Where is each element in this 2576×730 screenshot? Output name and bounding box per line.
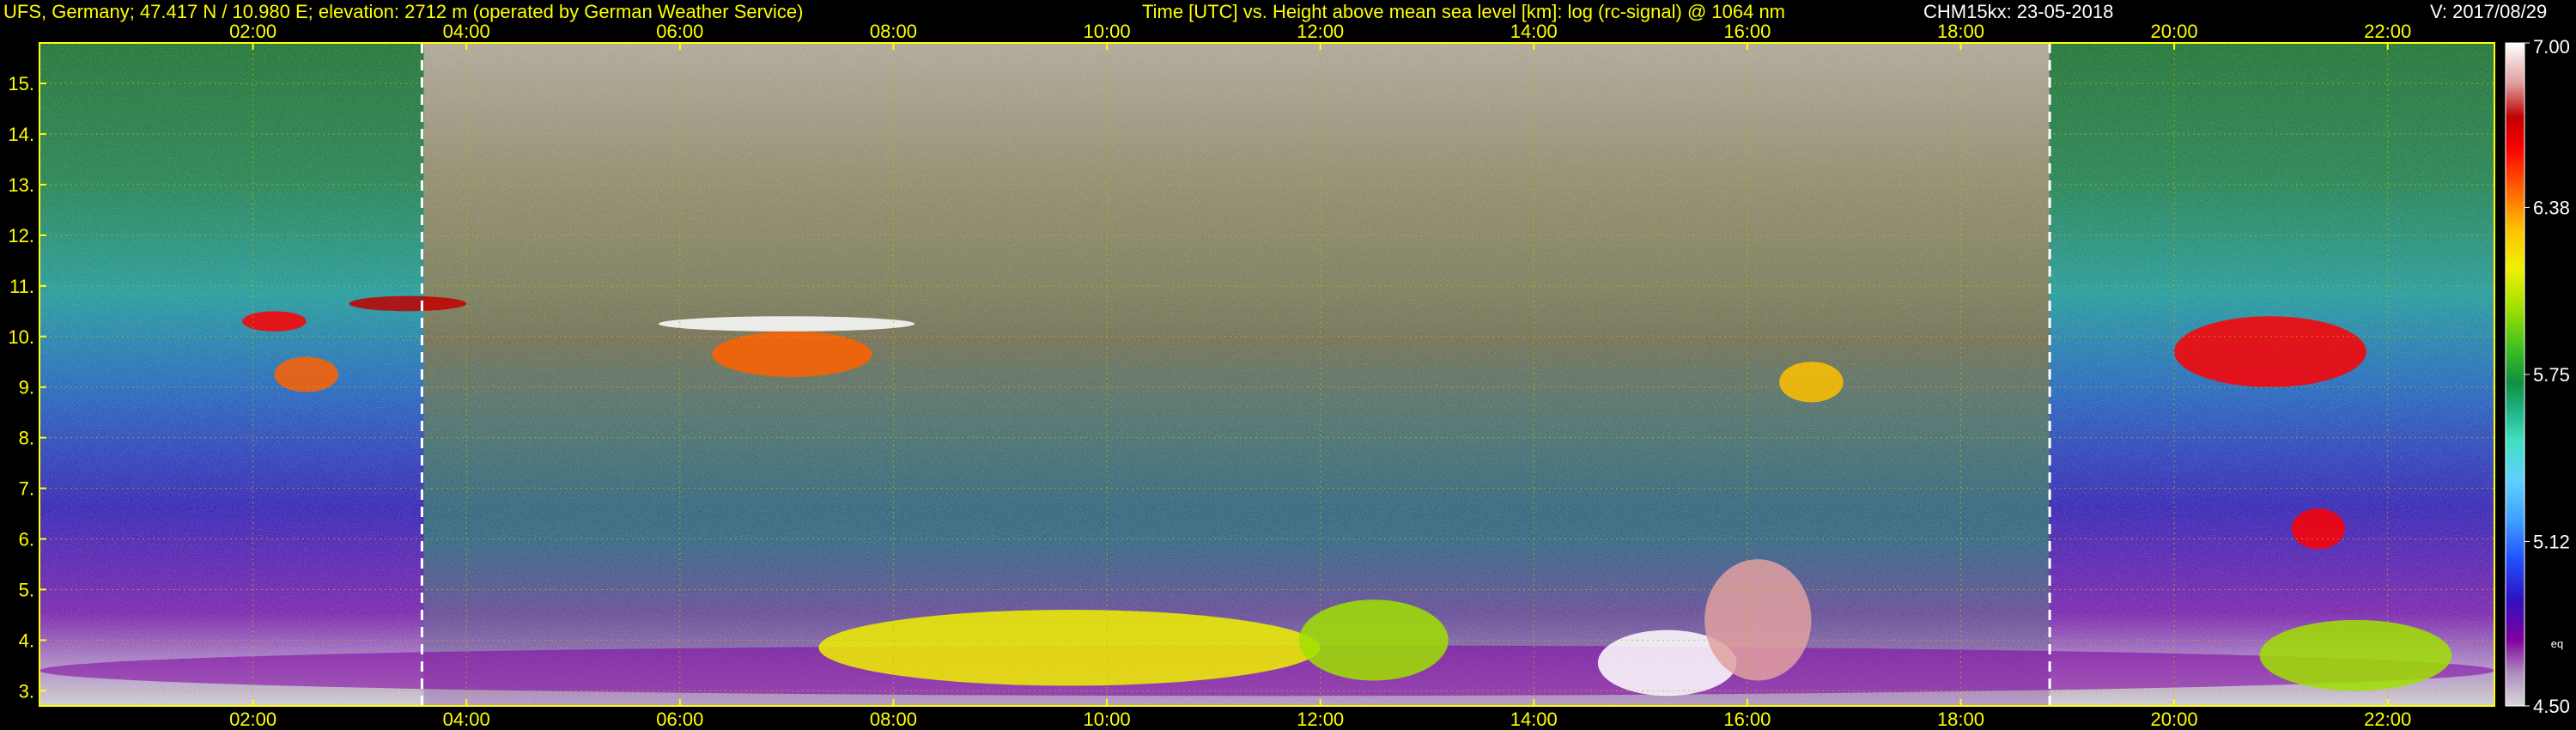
x-tick-label-bottom: 14:00 bbox=[1510, 709, 1558, 730]
x-tick-label-top: 14:00 bbox=[1510, 21, 1558, 42]
x-tick-label-bottom: 04:00 bbox=[443, 709, 490, 730]
x-tick-label-top: 22:00 bbox=[2364, 21, 2411, 42]
y-tick-label: 14. bbox=[8, 124, 34, 145]
y-tick-label: 12. bbox=[8, 225, 34, 246]
feature-cloud-1 bbox=[242, 311, 307, 332]
y-tick-label: 7. bbox=[19, 478, 34, 500]
y-tick-label: 4. bbox=[19, 630, 34, 651]
ceilometer-chart: 02:00 02:00 04:00 04:00 06:00 06:00 08:00 08:00… bbox=[8, 21, 2570, 730]
x-tick-label-top: 06:00 bbox=[656, 21, 703, 42]
colorbar-side-label: eq bbox=[2551, 637, 2563, 650]
feature-aerosol-13 bbox=[2259, 619, 2452, 691]
x-tick-label-top: 02:00 bbox=[229, 21, 276, 42]
feature-cloud-4 bbox=[658, 316, 915, 332]
x-tick-label-top: 16:00 bbox=[1723, 21, 1771, 42]
x-tick-label-bottom: 18:00 bbox=[1937, 709, 1984, 730]
x-tick-label-bottom: 02:00 bbox=[229, 709, 276, 730]
feature-aerosol-6 bbox=[818, 610, 1321, 686]
x-tick-label-top: 10:00 bbox=[1084, 21, 1131, 42]
x-tick-label-bottom: 06:00 bbox=[656, 709, 703, 730]
feature-cloud-5 bbox=[712, 331, 872, 377]
y-tick-label: 15. bbox=[8, 73, 34, 94]
x-tick-label-top: 12:00 bbox=[1297, 21, 1344, 42]
x-tick-label-bottom: 16:00 bbox=[1723, 709, 1771, 730]
x-tick-label-bottom: 12:00 bbox=[1297, 709, 1344, 730]
x-tick-label-bottom: 22:00 bbox=[2364, 709, 2411, 730]
feature-cloud-12 bbox=[2291, 508, 2345, 550]
x-tick-label-bottom: 10:00 bbox=[1084, 709, 1131, 730]
feature-cloud-3 bbox=[349, 295, 467, 312]
colorbar bbox=[2505, 42, 2525, 707]
y-tick-label: 6. bbox=[19, 529, 34, 551]
x-tick-label-bottom: 08:00 bbox=[870, 709, 917, 730]
x-tick-label-top: 20:00 bbox=[2151, 21, 2198, 42]
y-tick-label: 8. bbox=[19, 428, 34, 449]
y-tick-label: 3. bbox=[19, 680, 34, 702]
y-tick-label: 5. bbox=[19, 579, 34, 600]
colorbar-tick-label: 5.75 bbox=[2533, 364, 2570, 386]
y-tick-label: 11. bbox=[9, 276, 34, 297]
colorbar-tick-label: 7.00 bbox=[2533, 36, 2570, 58]
signal-noise bbox=[39, 43, 2494, 706]
colorbar-tick-label: 5.12 bbox=[2533, 532, 2570, 553]
feature-cloud-10 bbox=[1779, 362, 1844, 403]
y-tick-label: 13. bbox=[8, 174, 34, 196]
feature-cloud-11 bbox=[2174, 316, 2366, 387]
x-tick-label-top: 04:00 bbox=[443, 21, 490, 42]
colorbar-tick-label: 6.38 bbox=[2533, 197, 2570, 218]
x-tick-label-top: 08:00 bbox=[870, 21, 917, 42]
colorbar-tick-label: 4.50 bbox=[2533, 696, 2570, 717]
x-tick-label-top: 18:00 bbox=[1937, 21, 1984, 42]
feature-cloud-9 bbox=[1704, 559, 1812, 681]
y-tick-label: 9. bbox=[19, 377, 34, 398]
y-tick-label: 10. bbox=[8, 326, 34, 348]
x-tick-label-bottom: 20:00 bbox=[2151, 709, 2198, 730]
